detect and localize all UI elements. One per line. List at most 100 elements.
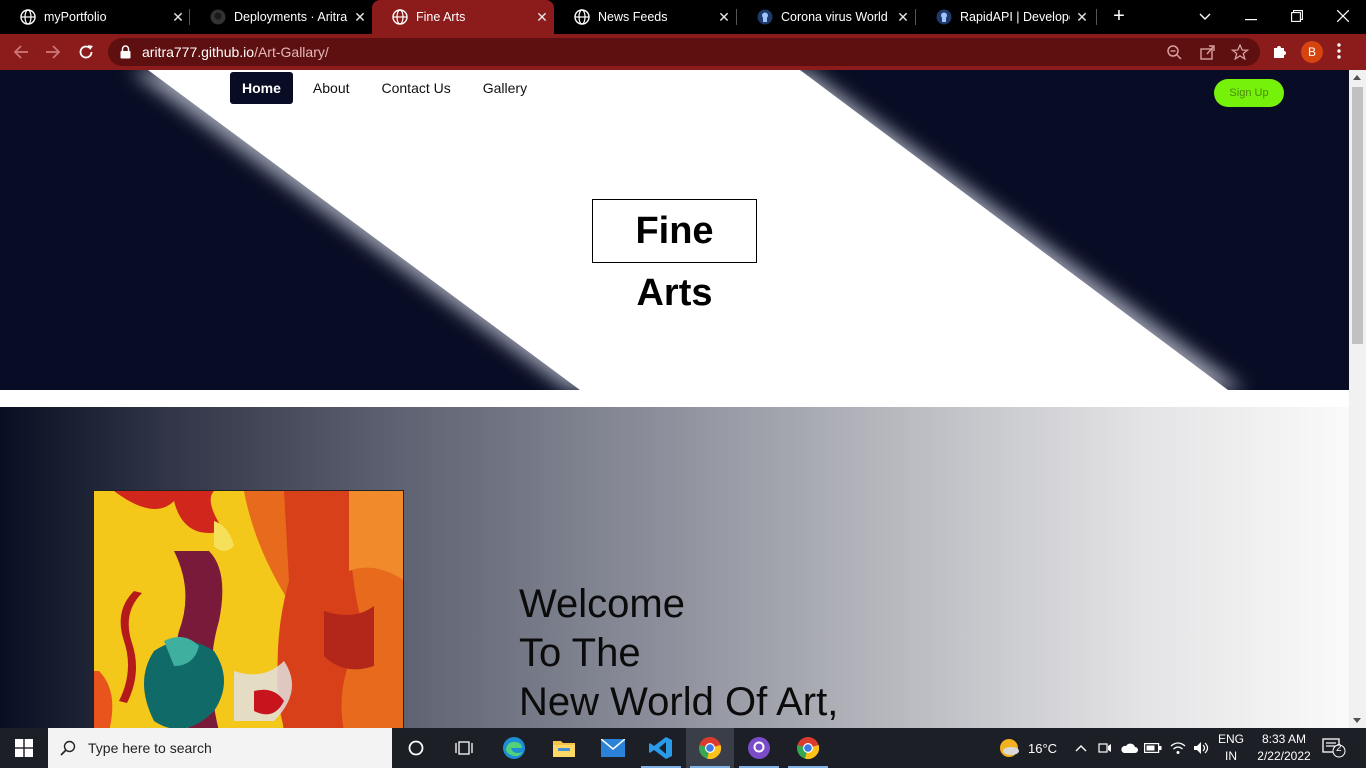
abstract-painting-image <box>93 490 404 728</box>
globe-icon <box>574 9 590 25</box>
scroll-down-arrow-icon[interactable] <box>1353 718 1361 723</box>
globe-icon <box>392 9 408 25</box>
show-hidden-icons-chevron-icon[interactable] <box>1075 744 1087 752</box>
minimize-button[interactable] <box>1228 0 1274 34</box>
weather-widget[interactable]: 16°C <box>998 728 1057 768</box>
close-tab-icon[interactable]: ✕ <box>891 9 915 26</box>
region-code: IN <box>1225 749 1237 763</box>
tab-title: Deployments · Aritra777 <box>234 10 348 24</box>
section-divider <box>0 390 1349 407</box>
clock-date: 2/22/2022 <box>1257 749 1311 763</box>
tab-title: News Feeds <box>598 10 668 24</box>
restore-button[interactable] <box>1274 0 1320 34</box>
close-window-button[interactable] <box>1320 0 1366 34</box>
cortana-button[interactable] <box>392 728 440 768</box>
volume-icon[interactable] <box>1193 741 1209 755</box>
onedrive-cloud-icon[interactable] <box>1120 742 1138 754</box>
welcome-section: Welcome To The New World Of Art, <box>0 407 1349 728</box>
vscode-icon <box>649 737 672 759</box>
nav-gallery[interactable]: Gallery <box>471 72 539 104</box>
tab-rapidapi[interactable]: RapidAPI | Developer D ✕ <box>916 0 1094 34</box>
language-code: ENG <box>1217 732 1244 746</box>
tab-corona-virus[interactable]: Corona virus World and ✕ <box>737 0 915 34</box>
reload-icon <box>79 45 93 59</box>
cortana-circle-icon <box>408 740 424 756</box>
task-view-button[interactable] <box>440 728 488 768</box>
tab-strip: myPortfolio ✕ Deployments · Aritra777 ✕ … <box>0 0 1366 34</box>
search-placeholder: Type here to search <box>88 740 212 756</box>
reload-button[interactable] <box>73 40 99 64</box>
nav-about[interactable]: About <box>301 72 362 104</box>
bookmark-star-icon[interactable] <box>1231 44 1249 60</box>
taskbar-search-box[interactable]: Type here to search <box>48 728 392 768</box>
task-view-icon <box>455 741 473 755</box>
browser-toolbar: aritra777.github.io/Art-Gallary/ B <box>0 34 1366 70</box>
zoom-icon[interactable] <box>1166 44 1184 60</box>
meet-now-icon[interactable] <box>1098 741 1112 755</box>
page-viewport: Home About Contact Us Gallery Sign Up Fi… <box>0 70 1366 728</box>
taskbar-chrome[interactable] <box>686 728 734 768</box>
share-icon[interactable] <box>1199 44 1217 60</box>
scrollbar-thumb[interactable] <box>1352 87 1363 344</box>
back-button[interactable] <box>8 40 34 64</box>
taskbar-edge[interactable] <box>490 728 538 768</box>
action-center-button[interactable]: 2 <box>1322 738 1346 763</box>
tab-deployments[interactable]: Deployments · Aritra777 ✕ <box>190 0 372 34</box>
github-desktop-icon <box>748 737 770 759</box>
wifi-icon[interactable] <box>1170 741 1186 755</box>
windows-logo-icon <box>15 739 33 757</box>
tab-news-feeds[interactable]: News Feeds ✕ <box>554 0 736 34</box>
profile-avatar[interactable]: B <box>1301 41 1323 63</box>
tab-search-chevron-icon[interactable] <box>1182 0 1228 34</box>
rapidapi-icon <box>936 9 952 25</box>
main-nav: Home About Contact Us Gallery <box>230 72 547 104</box>
welcome-line-1: Welcome <box>519 582 685 626</box>
folder-icon <box>553 741 575 757</box>
globe-icon <box>20 9 36 25</box>
tab-myportfolio[interactable]: myPortfolio ✕ <box>0 0 190 34</box>
battery-icon[interactable] <box>1144 743 1162 753</box>
chrome-icon <box>699 737 722 760</box>
taskbar-chrome-2[interactable] <box>784 728 832 768</box>
notification-icon <box>1322 738 1346 758</box>
url-path: /Art-Gallary/ <box>254 44 329 60</box>
close-tab-icon[interactable]: ✕ <box>712 9 736 26</box>
tab-title: RapidAPI | Developer D <box>960 10 1070 24</box>
scroll-up-arrow-icon[interactable] <box>1353 75 1361 80</box>
tab-fine-arts[interactable]: Fine Arts ✕ <box>372 0 554 34</box>
fine-arts-page: Home About Contact Us Gallery Sign Up Fi… <box>0 70 1349 728</box>
tab-title: myPortfolio <box>44 10 107 24</box>
taskbar-github-desktop[interactable] <box>735 728 783 768</box>
taskbar-file-explorer[interactable] <box>540 728 588 768</box>
menu-kebab-icon[interactable] <box>1337 43 1341 59</box>
close-tab-icon[interactable]: ✕ <box>348 9 372 26</box>
extensions-puzzle-icon[interactable] <box>1271 42 1289 60</box>
close-tab-icon[interactable]: ✕ <box>530 9 554 26</box>
nav-home[interactable]: Home <box>230 72 293 104</box>
forward-button[interactable] <box>40 40 66 64</box>
taskbar-mail[interactable] <box>589 728 637 768</box>
search-icon <box>60 740 76 756</box>
chrome-icon <box>797 737 820 760</box>
windows-taskbar: Type here to search 16°C ENG IN 8:33 AM … <box>0 728 1366 768</box>
tab-divider <box>1096 9 1097 25</box>
input-language-indicator[interactable]: ENG IN <box>1214 731 1248 765</box>
temperature-text: 16°C <box>1028 740 1058 756</box>
lock-icon <box>120 45 131 59</box>
tab-title: Corona virus World and <box>781 10 891 24</box>
close-tab-icon[interactable]: ✕ <box>166 9 190 26</box>
welcome-heading: Welcome To The New World Of Art, <box>519 580 838 727</box>
tab-title: Fine Arts <box>416 10 466 24</box>
welcome-line-3: New World Of Art, <box>519 680 839 724</box>
page-scrollbar[interactable] <box>1349 70 1366 728</box>
start-button[interactable] <box>0 728 48 768</box>
taskbar-clock[interactable]: 8:33 AM 2/22/2022 <box>1248 731 1320 765</box>
new-tab-button[interactable]: + <box>1106 5 1132 29</box>
close-tab-icon[interactable]: ✕ <box>1070 9 1094 26</box>
nav-contact-us[interactable]: Contact Us <box>370 72 463 104</box>
taskbar-vscode[interactable] <box>637 728 685 768</box>
back-arrow-icon <box>13 45 28 59</box>
mail-icon <box>601 739 625 757</box>
address-bar[interactable]: aritra777.github.io/Art-Gallary/ <box>108 38 1260 66</box>
sign-up-button[interactable]: Sign Up <box>1214 79 1284 107</box>
